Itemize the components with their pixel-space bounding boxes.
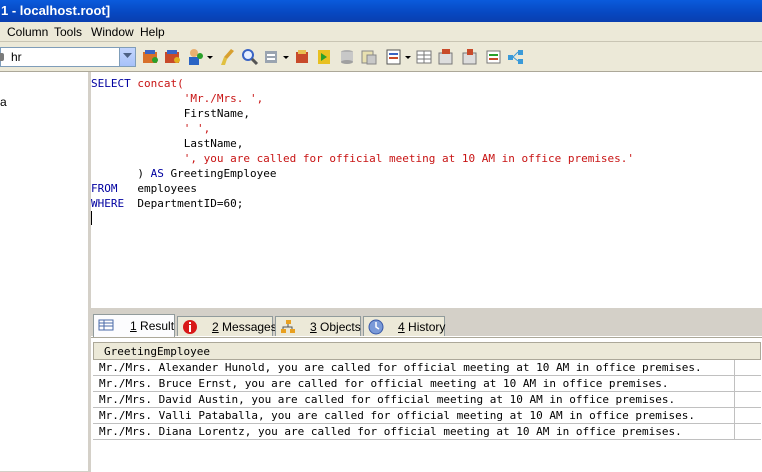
tab-result-label: 1 Result	[130, 319, 174, 333]
table-cell: Mr./Mrs. Diana Lorentz, you are called f…	[99, 425, 682, 438]
code-line-9: WHERE DepartmentID=60;	[91, 196, 243, 211]
tab-result-text: Result	[136, 319, 175, 333]
code-token: 'Mr./Mrs. ',	[91, 92, 264, 105]
user-manager-icon[interactable]	[186, 47, 206, 67]
code-line-6: ', you are called for official meeting a…	[91, 151, 634, 166]
code-line-3: FirstName,	[91, 106, 250, 121]
code-token: WHERE	[91, 197, 125, 210]
code-line-4: ' ',	[91, 121, 211, 136]
chevron-down-icon	[123, 53, 132, 58]
tree-item-fragment[interactable]: a	[0, 95, 7, 109]
tab-result[interactable]: 1 Result	[93, 314, 175, 337]
table-cell: Mr./Mrs. David Austin, you are called fo…	[99, 393, 676, 406]
database-dropdown-button[interactable]	[119, 48, 135, 66]
menu-column[interactable]: Column	[7, 25, 48, 39]
column-header-label: GreetingEmployee	[104, 345, 210, 358]
code-line-7: ) AS GreetingEmployee	[91, 166, 276, 181]
execute-query-icon[interactable]	[141, 47, 161, 67]
result-grid[interactable]: GreetingEmployee Mr./Mrs. Alexander Huno…	[91, 337, 762, 472]
menu-tools[interactable]: Tools	[54, 25, 82, 39]
table-icon[interactable]	[414, 47, 434, 67]
tab-messages-num: 2	[212, 320, 219, 334]
sync-icon[interactable]	[359, 47, 379, 67]
grid-view-icon[interactable]	[436, 47, 456, 67]
table-cell: Mr./Mrs. Valli Pataballa, you are called…	[99, 409, 696, 422]
code-line-1: SELECT concat(	[91, 76, 184, 91]
tab-objects-num: 3	[310, 320, 317, 334]
code-line-2: 'Mr./Mrs. ',	[91, 91, 263, 106]
export-icon[interactable]	[315, 47, 335, 67]
info-icon	[182, 319, 198, 335]
schema-dropdown-icon[interactable]	[282, 47, 290, 67]
code-token: concat(	[137, 77, 184, 90]
result-tabs: 1 Result 2 Messages 3 Objects 4 History	[91, 314, 762, 337]
object-browser[interactable]: a	[0, 72, 89, 471]
code-token: ' ',	[91, 122, 211, 135]
database-value: hr	[11, 50, 22, 64]
query-editor[interactable]: SELECT concat( 'Mr./Mrs. ', FirstName, '…	[91, 72, 762, 309]
database-select[interactable]: hr	[0, 47, 136, 67]
schema-designer-icon[interactable]	[262, 47, 282, 67]
objects-icon	[280, 319, 296, 335]
code-token: FROM	[91, 182, 118, 195]
search-icon[interactable]	[240, 47, 260, 67]
menu-bar: Column Tools Window Help	[0, 22, 762, 42]
tab-objects-label: 3 Objects	[310, 320, 361, 334]
code-token: GreetingEmployee	[163, 167, 277, 180]
tab-history[interactable]: 4 History	[363, 316, 445, 336]
table-row[interactable]: Mr./Mrs. Bruce Ernst, you are called for…	[93, 376, 761, 392]
visual-diff-icon[interactable]	[506, 47, 526, 67]
menu-help[interactable]: Help	[140, 25, 165, 39]
table-cell: Mr./Mrs. Alexander Hunold, you are calle…	[99, 361, 702, 374]
window-title: 1 - localhost.root]	[1, 3, 111, 18]
user-manager-dropdown-icon[interactable]	[206, 47, 214, 67]
copy-database-icon[interactable]	[337, 47, 357, 67]
tab-result-num: 1	[130, 319, 137, 333]
tab-messages-label: 2 Messages	[212, 320, 277, 334]
table-row[interactable]: Mr./Mrs. Diana Lorentz, you are called f…	[93, 424, 761, 440]
tab-history-num: 4	[398, 320, 405, 334]
code-token: ', you are called for official meeting a…	[91, 152, 635, 165]
code-token: DepartmentID=60;	[124, 197, 244, 210]
tab-history-text: History	[404, 320, 446, 334]
execute-all-icon[interactable]	[163, 47, 183, 67]
menu-window[interactable]: Window	[91, 25, 134, 39]
table-row[interactable]: Mr./Mrs. Alexander Hunold, you are calle…	[93, 360, 761, 376]
history-icon	[368, 319, 384, 335]
column-header[interactable]: GreetingEmployee	[93, 342, 761, 360]
tab-messages[interactable]: 2 Messages	[177, 316, 277, 336]
code-token: employees	[117, 182, 197, 195]
clear-icon[interactable]	[218, 47, 238, 67]
tab-history-label: 4 History	[398, 320, 445, 334]
data-sync-icon[interactable]	[460, 47, 480, 67]
backup-icon[interactable]	[384, 47, 404, 67]
window-title-bar[interactable]: 1 - localhost.root]	[0, 0, 762, 22]
text-caret	[91, 211, 92, 225]
code-token: SELECT	[91, 77, 138, 90]
table-cell: Mr./Mrs. Bruce Ernst, you are called for…	[99, 377, 669, 390]
table-row[interactable]: Mr./Mrs. David Austin, you are called fo…	[93, 392, 761, 408]
database-icon	[0, 53, 4, 61]
job-agent-icon[interactable]	[484, 47, 504, 67]
code-token: AS	[150, 167, 164, 180]
tab-messages-text: Messages	[218, 320, 277, 334]
import-icon[interactable]	[293, 47, 313, 67]
tab-objects[interactable]: 3 Objects	[275, 316, 361, 336]
tab-objects-text: Objects	[316, 320, 361, 334]
grid-icon	[98, 317, 114, 333]
code-token: FirstName,	[91, 107, 250, 120]
column-divider	[734, 360, 735, 440]
code-token: )	[91, 167, 151, 180]
table-row[interactable]: Mr./Mrs. Valli Pataballa, you are called…	[93, 408, 761, 424]
backup-dropdown-icon[interactable]	[404, 47, 412, 67]
code-line-5: LastName,	[91, 136, 244, 151]
code-line-8: FROM employees	[91, 181, 197, 196]
toolbar: hr	[0, 42, 762, 72]
code-token: LastName,	[91, 137, 244, 150]
